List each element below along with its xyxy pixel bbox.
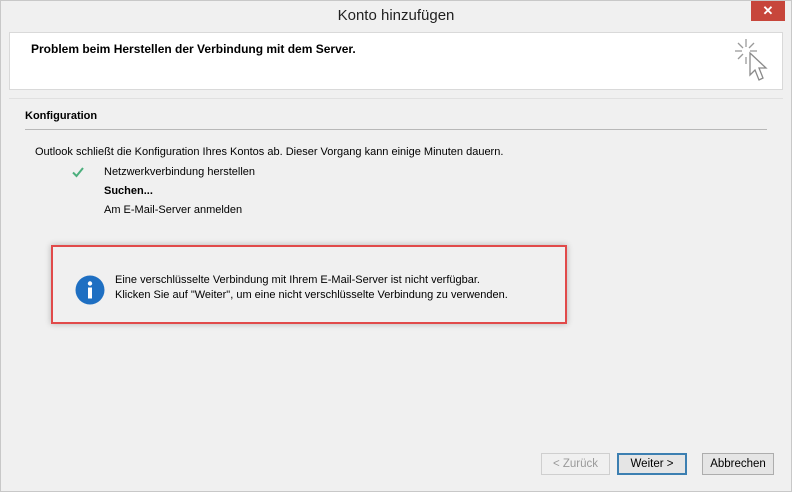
info-box: Eine verschlüsselte Verbindung mit Ihrem… bbox=[51, 245, 567, 324]
header-panel: Problem beim Herstellen der Verbindung m… bbox=[9, 32, 783, 90]
window-title: Konto hinzufügen bbox=[337, 7, 455, 24]
header-separator bbox=[9, 98, 783, 99]
dialog-window: Konto hinzufügen ✕ Problem beim Herstell… bbox=[0, 0, 792, 492]
info-message: Eine verschlüsselte Verbindung mit Ihrem… bbox=[115, 273, 508, 303]
step-network: Netzwerkverbindung herstellen bbox=[104, 166, 256, 178]
info-line-2: Klicken Sie auf "Weiter", um eine nicht … bbox=[115, 289, 508, 301]
back-button[interactable]: < Zurück bbox=[541, 453, 610, 475]
header-message: Problem beim Herstellen der Verbindung m… bbox=[31, 42, 356, 56]
step-login: Am E-Mail-Server anmelden bbox=[104, 204, 243, 216]
cancel-button[interactable]: Abbrechen bbox=[702, 453, 774, 475]
info-line-1: Eine verschlüsselte Verbindung mit Ihrem… bbox=[115, 274, 480, 286]
next-button[interactable]: Weiter > bbox=[617, 453, 687, 475]
cursor-sparkle-icon bbox=[735, 39, 768, 81]
close-button[interactable]: ✕ bbox=[751, 1, 785, 21]
close-icon: ✕ bbox=[762, 3, 774, 18]
checkmark-icon bbox=[72, 167, 84, 178]
section-title: Konfiguration bbox=[25, 110, 98, 122]
step-search: Suchen... bbox=[104, 185, 153, 197]
info-icon bbox=[75, 275, 105, 305]
title-bar[interactable]: Konto hinzufügen ✕ bbox=[1, 1, 791, 31]
section-divider bbox=[25, 129, 767, 130]
section-description: Outlook schließt die Konfiguration Ihres… bbox=[35, 146, 504, 158]
